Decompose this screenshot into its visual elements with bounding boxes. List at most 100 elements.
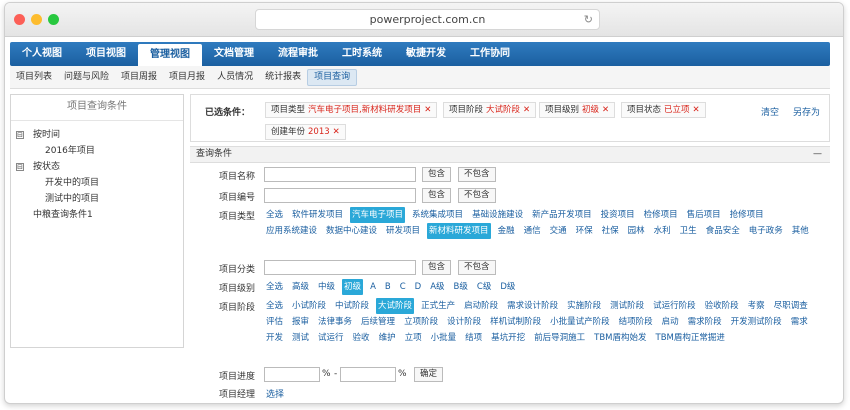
close-window-button[interactable] <box>14 14 25 25</box>
option-item[interactable]: 金融 <box>496 223 517 239</box>
option-item[interactable]: 试运行 <box>316 330 346 346</box>
option-item[interactable]: D <box>413 279 424 295</box>
option-item[interactable]: 数据中心建设 <box>324 223 379 239</box>
option-item[interactable]: 新材料研发项目 <box>427 223 491 239</box>
option-item[interactable]: 汽车电子项目 <box>350 207 406 223</box>
option-item[interactable]: 园林 <box>626 223 647 239</box>
remove-chip-icon[interactable]: ✕ <box>523 105 530 115</box>
collapse-icon[interactable]: — <box>813 147 822 162</box>
subnav-item[interactable]: 统计报表 <box>259 66 307 89</box>
option-item[interactable]: 食品安全 <box>704 223 742 239</box>
option-item[interactable]: 测试 <box>290 330 311 346</box>
option-item[interactable]: 中试阶段 <box>333 298 371 314</box>
option-item[interactable]: 结项阶段 <box>617 314 655 330</box>
option-item[interactable]: 高级 <box>290 279 311 295</box>
topnav-item[interactable]: 个人视图 <box>10 42 74 66</box>
topnav-item[interactable]: 敏捷开发 <box>394 42 458 66</box>
option-item[interactable]: 评估 <box>264 314 285 330</box>
option-item[interactable]: 售后项目 <box>685 207 723 223</box>
tree-node-label[interactable]: 测试中的项目 <box>45 191 99 207</box>
option-item[interactable]: 启动阶段 <box>462 298 500 314</box>
option-item[interactable]: 结项 <box>463 330 484 346</box>
name-not-contains-button[interactable]: 不包含 <box>458 167 496 182</box>
option-item[interactable]: 全选 <box>264 279 285 295</box>
maximize-window-button[interactable] <box>48 14 59 25</box>
option-item[interactable]: TBM盾构正常掘进 <box>654 330 727 346</box>
tree-node[interactable]: ⊟ 按状态 <box>11 159 183 175</box>
option-item[interactable]: 前后导洞施工 <box>532 330 587 346</box>
option-item[interactable]: 社保 <box>600 223 621 239</box>
option-item[interactable]: A <box>368 279 378 295</box>
tree-node-label[interactable]: 2016年项目 <box>45 143 95 159</box>
option-item[interactable]: 其他 <box>790 223 811 239</box>
tree-node-label[interactable]: 开发中的项目 <box>45 175 99 191</box>
option-item[interactable]: 需求阶段 <box>686 314 724 330</box>
reload-icon[interactable]: ↻ <box>584 10 593 29</box>
minimize-window-button[interactable] <box>31 14 42 25</box>
remove-chip-icon[interactable]: ✕ <box>424 105 431 115</box>
option-item[interactable]: 中级 <box>316 279 337 295</box>
tree-node[interactable]: 开发中的项目 <box>11 175 183 191</box>
option-item[interactable]: 全选 <box>264 298 285 314</box>
option-item[interactable]: 水利 <box>652 223 673 239</box>
option-item[interactable]: 环保 <box>574 223 595 239</box>
progress-min-input[interactable] <box>264 367 320 382</box>
option-item[interactable]: TBM盾构始发 <box>592 330 648 346</box>
option-item[interactable]: 试运行阶段 <box>651 298 698 314</box>
option-item[interactable]: 新产品开发项目 <box>530 207 594 223</box>
remove-chip-icon[interactable]: ✕ <box>602 105 609 115</box>
topnav-item[interactable]: 项目视图 <box>74 42 138 66</box>
subnav-item[interactable]: 项目周报 <box>115 66 163 89</box>
option-item[interactable]: 测试阶段 <box>608 298 646 314</box>
tree-node[interactable]: 中粮查询条件1 <box>11 207 183 223</box>
tree-node-label[interactable]: 按状态 <box>33 159 60 175</box>
remove-chip-icon[interactable]: ✕ <box>693 105 700 115</box>
option-item[interactable]: 设计阶段 <box>445 314 483 330</box>
tree-node-label[interactable]: 中粮查询条件1 <box>33 207 93 223</box>
code-contains-button[interactable]: 包含 <box>422 188 452 203</box>
option-item[interactable]: 正式生产 <box>419 298 457 314</box>
option-item[interactable]: D级 <box>498 279 517 295</box>
option-item[interactable]: 需求设计阶段 <box>505 298 560 314</box>
tree-node[interactable]: 测试中的项目 <box>11 191 183 207</box>
progress-max-input[interactable] <box>340 367 396 382</box>
tree-toggle-icon[interactable]: ⊟ <box>16 131 24 139</box>
option-item[interactable]: 卫生 <box>678 223 699 239</box>
topnav-item[interactable]: 流程审批 <box>266 42 330 66</box>
option-item[interactable]: 立项阶段 <box>402 314 440 330</box>
tree-toggle-icon[interactable]: ⊟ <box>16 163 24 171</box>
option-item[interactable]: 投资项目 <box>599 207 637 223</box>
code-not-contains-button[interactable]: 不包含 <box>458 188 496 203</box>
option-item[interactable]: 维护 <box>377 330 398 346</box>
option-item[interactable]: 样机试制阶段 <box>488 314 543 330</box>
option-item[interactable]: 基础设施建设 <box>470 207 525 223</box>
tree-node[interactable]: 2016年项目 <box>11 143 183 159</box>
option-item[interactable]: 启动 <box>660 314 681 330</box>
option-item[interactable]: 实施阶段 <box>565 298 603 314</box>
option-item[interactable]: 通信 <box>522 223 543 239</box>
option-item[interactable]: 软件研发项目 <box>290 207 345 223</box>
option-item[interactable]: 后续管理 <box>359 314 397 330</box>
option-item[interactable]: 报审 <box>290 314 311 330</box>
option-item[interactable]: 系统集成项目 <box>410 207 465 223</box>
manager-select-link[interactable]: 选择 <box>266 387 284 400</box>
name-contains-button[interactable]: 包含 <box>422 167 452 182</box>
option-item[interactable]: 尽职调查 <box>772 298 810 314</box>
subnav-item[interactable]: 项目月报 <box>163 66 211 89</box>
option-item[interactable]: 开发 <box>264 330 285 346</box>
subnav-item[interactable]: 问题与风险 <box>58 66 115 89</box>
topnav-item[interactable]: 工时系统 <box>330 42 394 66</box>
option-item[interactable]: C <box>398 279 408 295</box>
option-item[interactable]: 立项 <box>403 330 424 346</box>
option-item[interactable]: 全选 <box>264 207 285 223</box>
option-item[interactable]: 初级 <box>342 279 364 295</box>
clear-link[interactable]: 清空 <box>761 105 779 118</box>
option-item[interactable]: 交通 <box>548 223 569 239</box>
address-bar[interactable]: powerproject.com.cn ↻ <box>255 9 600 30</box>
option-item[interactable]: 验收 <box>351 330 372 346</box>
subnav-item[interactable]: 项目查询 <box>307 69 358 86</box>
tree-node[interactable]: ⊟ 按时间 <box>11 127 183 143</box>
remove-chip-icon[interactable]: ✕ <box>333 127 340 137</box>
topnav-item[interactable]: 工作协同 <box>458 42 522 66</box>
subnav-item[interactable]: 人员情况 <box>211 66 259 89</box>
